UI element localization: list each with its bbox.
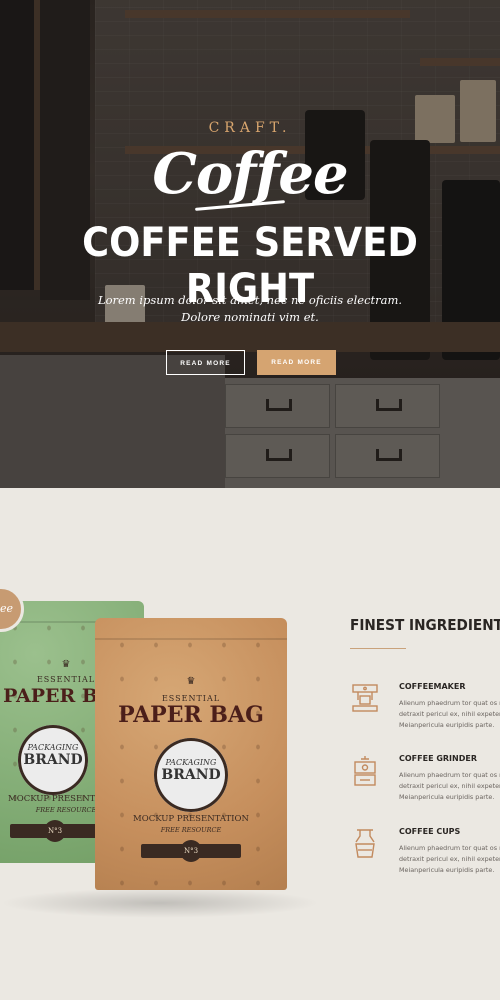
pack-title: PAPER BAG xyxy=(118,702,264,728)
coffee-script-logo: Coffee xyxy=(152,141,348,207)
pack-seal: PACKAGING BRAND xyxy=(154,738,228,812)
coffeemaker-icon xyxy=(352,684,378,712)
features-column: FINEST INGREDIENTS COFFEEMAKER Alienum p… xyxy=(350,616,500,874)
seal-line1: PACKAGING xyxy=(165,758,217,767)
feature-text: Alienum phaedrum tor quat os ne detraxit… xyxy=(399,844,500,874)
read-more-button-filled[interactable]: READ MORE xyxy=(257,350,336,375)
heading-divider xyxy=(350,648,406,649)
hero-subtitle-line1: Lorem ipsum dolor sit amet, nec ne ofici… xyxy=(97,293,403,307)
feature-text: Alienum phaedrum tor quat os ne detraxit… xyxy=(399,771,500,801)
pack-number: N°3 xyxy=(44,820,66,842)
pack-seal: PACKAGING BRAND xyxy=(18,725,88,795)
seal-line2: BRAND xyxy=(23,752,83,768)
read-more-button[interactable]: READ MORE xyxy=(166,350,245,375)
feature-title: COFFEE GRINDER xyxy=(399,754,477,763)
packaging-shadow xyxy=(0,888,320,918)
seal-line2: BRAND xyxy=(161,767,221,783)
features-heading: FINEST INGREDIENTS xyxy=(350,616,500,634)
coffee-cups-icon xyxy=(355,829,375,858)
hero-subtitle-line2: Dolore nominati vim et. xyxy=(181,310,319,324)
pack-mockup: MOCKUP PRESENTATION xyxy=(133,814,249,824)
pack-free: FREE RESOURCE xyxy=(160,826,222,834)
crown-icon: ♛ xyxy=(186,676,196,687)
craft-label: CRAFT. xyxy=(208,120,292,136)
hero-section: CRAFT. Coffee COFFEE SERVED RIGHT Lorem … xyxy=(0,0,500,488)
kraft-paper-bag: ♛ ESSENTIAL PAPER BAG PACKAGING BRAND MO… xyxy=(95,618,287,890)
pack-number: N°3 xyxy=(180,840,202,862)
feature-text: Alienum phaedrum tor quat os ne detraxit… xyxy=(399,699,500,729)
coffee-grinder-icon xyxy=(354,756,376,786)
feature-title: COFFEEMAKER xyxy=(399,682,466,691)
hero-subtitle: Lorem ipsum dolor sit amet, nec ne ofici… xyxy=(0,292,500,326)
feature-title: COFFEE CUPS xyxy=(399,827,461,836)
seal-line1: PACKAGING xyxy=(27,743,79,752)
products-section: ♛ ESSENTIAL PAPER BAG PACKAGING BRAND MO… xyxy=(0,488,500,1000)
